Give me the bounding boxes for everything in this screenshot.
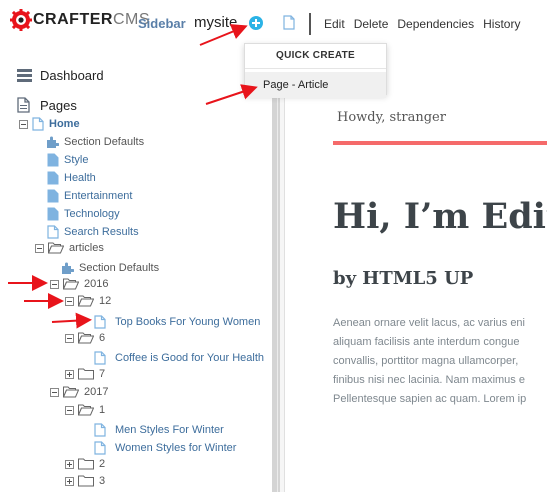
arrow-to-plus: [199, 24, 248, 46]
annotation-arrows: [8, 24, 258, 329]
arrow-to-page-article: [205, 84, 258, 105]
arrow-to-top-books: [51, 312, 92, 329]
